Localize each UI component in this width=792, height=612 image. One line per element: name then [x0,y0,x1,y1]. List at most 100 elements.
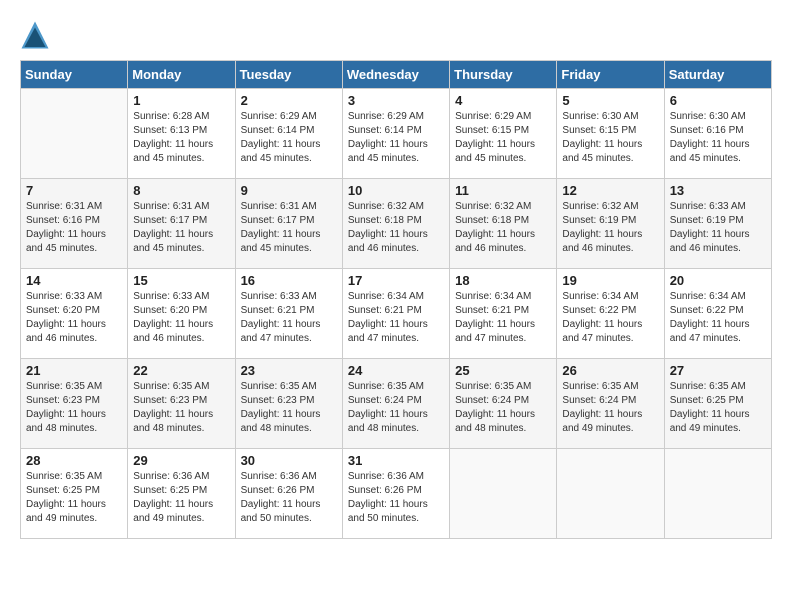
calendar-cell: 17 Sunrise: 6:34 AMSunset: 6:21 PMDaylig… [342,269,449,359]
day-info: Sunrise: 6:32 AMSunset: 6:18 PMDaylight:… [455,200,551,256]
day-number: 31 [348,453,444,468]
header-monday: Monday [128,61,235,89]
header-sunday: Sunday [21,61,128,89]
calendar-cell: 12 Sunrise: 6:32 AMSunset: 6:19 PMDaylig… [557,179,664,269]
day-info: Sunrise: 6:30 AMSunset: 6:15 PMDaylight:… [562,110,658,166]
calendar-cell: 18 Sunrise: 6:34 AMSunset: 6:21 PMDaylig… [450,269,557,359]
day-number: 5 [562,93,658,108]
calendar-cell: 16 Sunrise: 6:33 AMSunset: 6:21 PMDaylig… [235,269,342,359]
header-thursday: Thursday [450,61,557,89]
calendar-cell: 4 Sunrise: 6:29 AMSunset: 6:15 PMDayligh… [450,89,557,179]
day-number: 18 [455,273,551,288]
day-info: Sunrise: 6:28 AMSunset: 6:13 PMDaylight:… [133,110,229,166]
day-number: 26 [562,363,658,378]
day-number: 21 [26,363,122,378]
day-number: 27 [670,363,766,378]
day-number: 19 [562,273,658,288]
day-info: Sunrise: 6:36 AMSunset: 6:26 PMDaylight:… [348,470,444,526]
day-info: Sunrise: 6:32 AMSunset: 6:19 PMDaylight:… [562,200,658,256]
calendar-cell: 11 Sunrise: 6:32 AMSunset: 6:18 PMDaylig… [450,179,557,269]
day-info: Sunrise: 6:31 AMSunset: 6:17 PMDaylight:… [133,200,229,256]
day-info: Sunrise: 6:30 AMSunset: 6:16 PMDaylight:… [670,110,766,166]
calendar-cell: 1 Sunrise: 6:28 AMSunset: 6:13 PMDayligh… [128,89,235,179]
day-info: Sunrise: 6:34 AMSunset: 6:21 PMDaylight:… [455,290,551,346]
day-number: 22 [133,363,229,378]
day-number: 6 [670,93,766,108]
calendar-cell: 30 Sunrise: 6:36 AMSunset: 6:26 PMDaylig… [235,449,342,539]
day-info: Sunrise: 6:35 AMSunset: 6:23 PMDaylight:… [133,380,229,436]
page-header [20,20,772,50]
day-number: 29 [133,453,229,468]
day-info: Sunrise: 6:32 AMSunset: 6:18 PMDaylight:… [348,200,444,256]
calendar-cell: 29 Sunrise: 6:36 AMSunset: 6:25 PMDaylig… [128,449,235,539]
day-number: 24 [348,363,444,378]
day-info: Sunrise: 6:35 AMSunset: 6:24 PMDaylight:… [455,380,551,436]
day-info: Sunrise: 6:29 AMSunset: 6:14 PMDaylight:… [348,110,444,166]
calendar-cell: 3 Sunrise: 6:29 AMSunset: 6:14 PMDayligh… [342,89,449,179]
header-saturday: Saturday [664,61,771,89]
day-info: Sunrise: 6:31 AMSunset: 6:16 PMDaylight:… [26,200,122,256]
calendar-cell: 9 Sunrise: 6:31 AMSunset: 6:17 PMDayligh… [235,179,342,269]
day-info: Sunrise: 6:35 AMSunset: 6:23 PMDaylight:… [241,380,337,436]
calendar-cell: 28 Sunrise: 6:35 AMSunset: 6:25 PMDaylig… [21,449,128,539]
calendar-cell: 7 Sunrise: 6:31 AMSunset: 6:16 PMDayligh… [21,179,128,269]
logo [20,20,52,50]
day-number: 13 [670,183,766,198]
calendar-cell: 26 Sunrise: 6:35 AMSunset: 6:24 PMDaylig… [557,359,664,449]
day-info: Sunrise: 6:35 AMSunset: 6:24 PMDaylight:… [562,380,658,436]
day-number: 30 [241,453,337,468]
calendar-table: SundayMondayTuesdayWednesdayThursdayFrid… [20,60,772,539]
calendar-cell: 21 Sunrise: 6:35 AMSunset: 6:23 PMDaylig… [21,359,128,449]
calendar-cell: 27 Sunrise: 6:35 AMSunset: 6:25 PMDaylig… [664,359,771,449]
day-number: 7 [26,183,122,198]
calendar-cell [450,449,557,539]
day-number: 17 [348,273,444,288]
day-number: 2 [241,93,337,108]
calendar-cell [21,89,128,179]
day-number: 9 [241,183,337,198]
day-number: 4 [455,93,551,108]
day-info: Sunrise: 6:35 AMSunset: 6:24 PMDaylight:… [348,380,444,436]
day-number: 10 [348,183,444,198]
week-row-2: 14 Sunrise: 6:33 AMSunset: 6:20 PMDaylig… [21,269,772,359]
day-info: Sunrise: 6:34 AMSunset: 6:22 PMDaylight:… [670,290,766,346]
day-info: Sunrise: 6:35 AMSunset: 6:25 PMDaylight:… [26,470,122,526]
calendar-cell: 8 Sunrise: 6:31 AMSunset: 6:17 PMDayligh… [128,179,235,269]
day-info: Sunrise: 6:35 AMSunset: 6:23 PMDaylight:… [26,380,122,436]
day-info: Sunrise: 6:29 AMSunset: 6:15 PMDaylight:… [455,110,551,166]
week-row-0: 1 Sunrise: 6:28 AMSunset: 6:13 PMDayligh… [21,89,772,179]
calendar-cell: 2 Sunrise: 6:29 AMSunset: 6:14 PMDayligh… [235,89,342,179]
calendar-cell: 13 Sunrise: 6:33 AMSunset: 6:19 PMDaylig… [664,179,771,269]
calendar-cell: 23 Sunrise: 6:35 AMSunset: 6:23 PMDaylig… [235,359,342,449]
calendar-cell: 14 Sunrise: 6:33 AMSunset: 6:20 PMDaylig… [21,269,128,359]
week-row-4: 28 Sunrise: 6:35 AMSunset: 6:25 PMDaylig… [21,449,772,539]
day-info: Sunrise: 6:36 AMSunset: 6:26 PMDaylight:… [241,470,337,526]
calendar-cell: 20 Sunrise: 6:34 AMSunset: 6:22 PMDaylig… [664,269,771,359]
day-number: 14 [26,273,122,288]
day-number: 28 [26,453,122,468]
day-number: 8 [133,183,229,198]
day-number: 25 [455,363,551,378]
day-number: 11 [455,183,551,198]
calendar-cell: 25 Sunrise: 6:35 AMSunset: 6:24 PMDaylig… [450,359,557,449]
calendar-cell [664,449,771,539]
day-info: Sunrise: 6:35 AMSunset: 6:25 PMDaylight:… [670,380,766,436]
day-number: 23 [241,363,337,378]
day-info: Sunrise: 6:31 AMSunset: 6:17 PMDaylight:… [241,200,337,256]
day-info: Sunrise: 6:34 AMSunset: 6:22 PMDaylight:… [562,290,658,346]
calendar-cell: 22 Sunrise: 6:35 AMSunset: 6:23 PMDaylig… [128,359,235,449]
week-row-3: 21 Sunrise: 6:35 AMSunset: 6:23 PMDaylig… [21,359,772,449]
calendar-cell [557,449,664,539]
day-info: Sunrise: 6:29 AMSunset: 6:14 PMDaylight:… [241,110,337,166]
day-info: Sunrise: 6:36 AMSunset: 6:25 PMDaylight:… [133,470,229,526]
calendar-cell: 24 Sunrise: 6:35 AMSunset: 6:24 PMDaylig… [342,359,449,449]
calendar-cell: 5 Sunrise: 6:30 AMSunset: 6:15 PMDayligh… [557,89,664,179]
day-info: Sunrise: 6:33 AMSunset: 6:21 PMDaylight:… [241,290,337,346]
calendar-cell: 6 Sunrise: 6:30 AMSunset: 6:16 PMDayligh… [664,89,771,179]
header-tuesday: Tuesday [235,61,342,89]
day-number: 15 [133,273,229,288]
day-info: Sunrise: 6:33 AMSunset: 6:20 PMDaylight:… [133,290,229,346]
day-info: Sunrise: 6:33 AMSunset: 6:20 PMDaylight:… [26,290,122,346]
header-wednesday: Wednesday [342,61,449,89]
calendar-header-row: SundayMondayTuesdayWednesdayThursdayFrid… [21,61,772,89]
